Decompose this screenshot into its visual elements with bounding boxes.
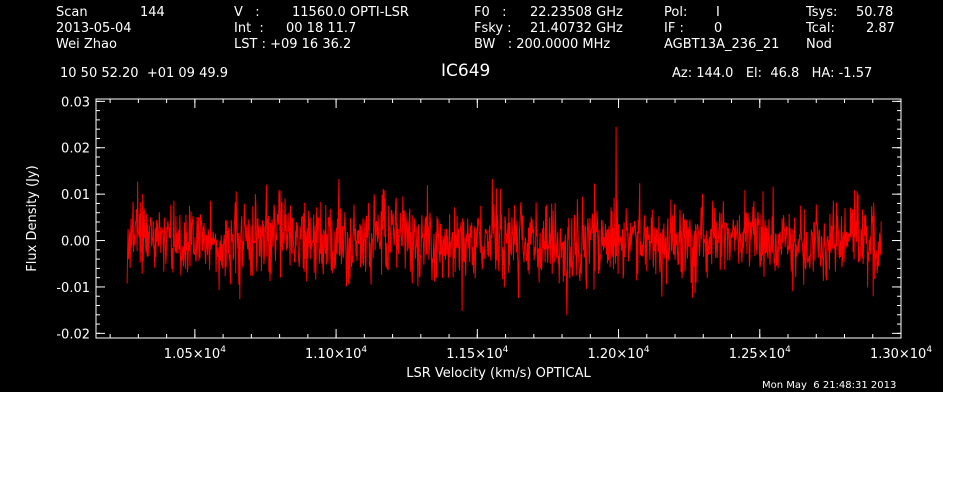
x-tick-label: 1.10×104 [305, 345, 367, 362]
timestamp: Mon May 6 21:48:31 2013 [762, 380, 897, 391]
y-tick-label: -0.01 [56, 281, 90, 296]
y-tick-label: -0.02 [56, 327, 90, 342]
x-tick-label: 1.05×104 [164, 345, 226, 362]
spectrum-plot: 0.03 0.02 0.01 0.00 -0.01 -0.02 1.05×104 1.10×1… [25, 95, 932, 381]
y-tick-label: 0.03 [61, 95, 90, 110]
y-axis-label: Flux Density (Jy) [25, 165, 40, 271]
x-tick-label: 1.15×104 [446, 345, 508, 362]
y-tick-label: 0.02 [61, 142, 90, 157]
x-axis-label: LSR Velocity (km/s) OPTICAL [406, 366, 591, 381]
x-tick-label: 1.25×104 [729, 345, 791, 362]
spectrum-trace [126, 126, 882, 316]
x-tick-label: 1.30×104 [870, 345, 932, 362]
x-tick-label: 1.20×104 [587, 345, 649, 362]
spectrum-panel: Scan 144 V : 11560.0 OPTI-LSR F0 : 22.23… [0, 0, 943, 392]
y-tick-label: 0.01 [61, 188, 90, 203]
y-tick-label: 0.00 [61, 235, 90, 250]
plot-frame [95, 98, 902, 339]
